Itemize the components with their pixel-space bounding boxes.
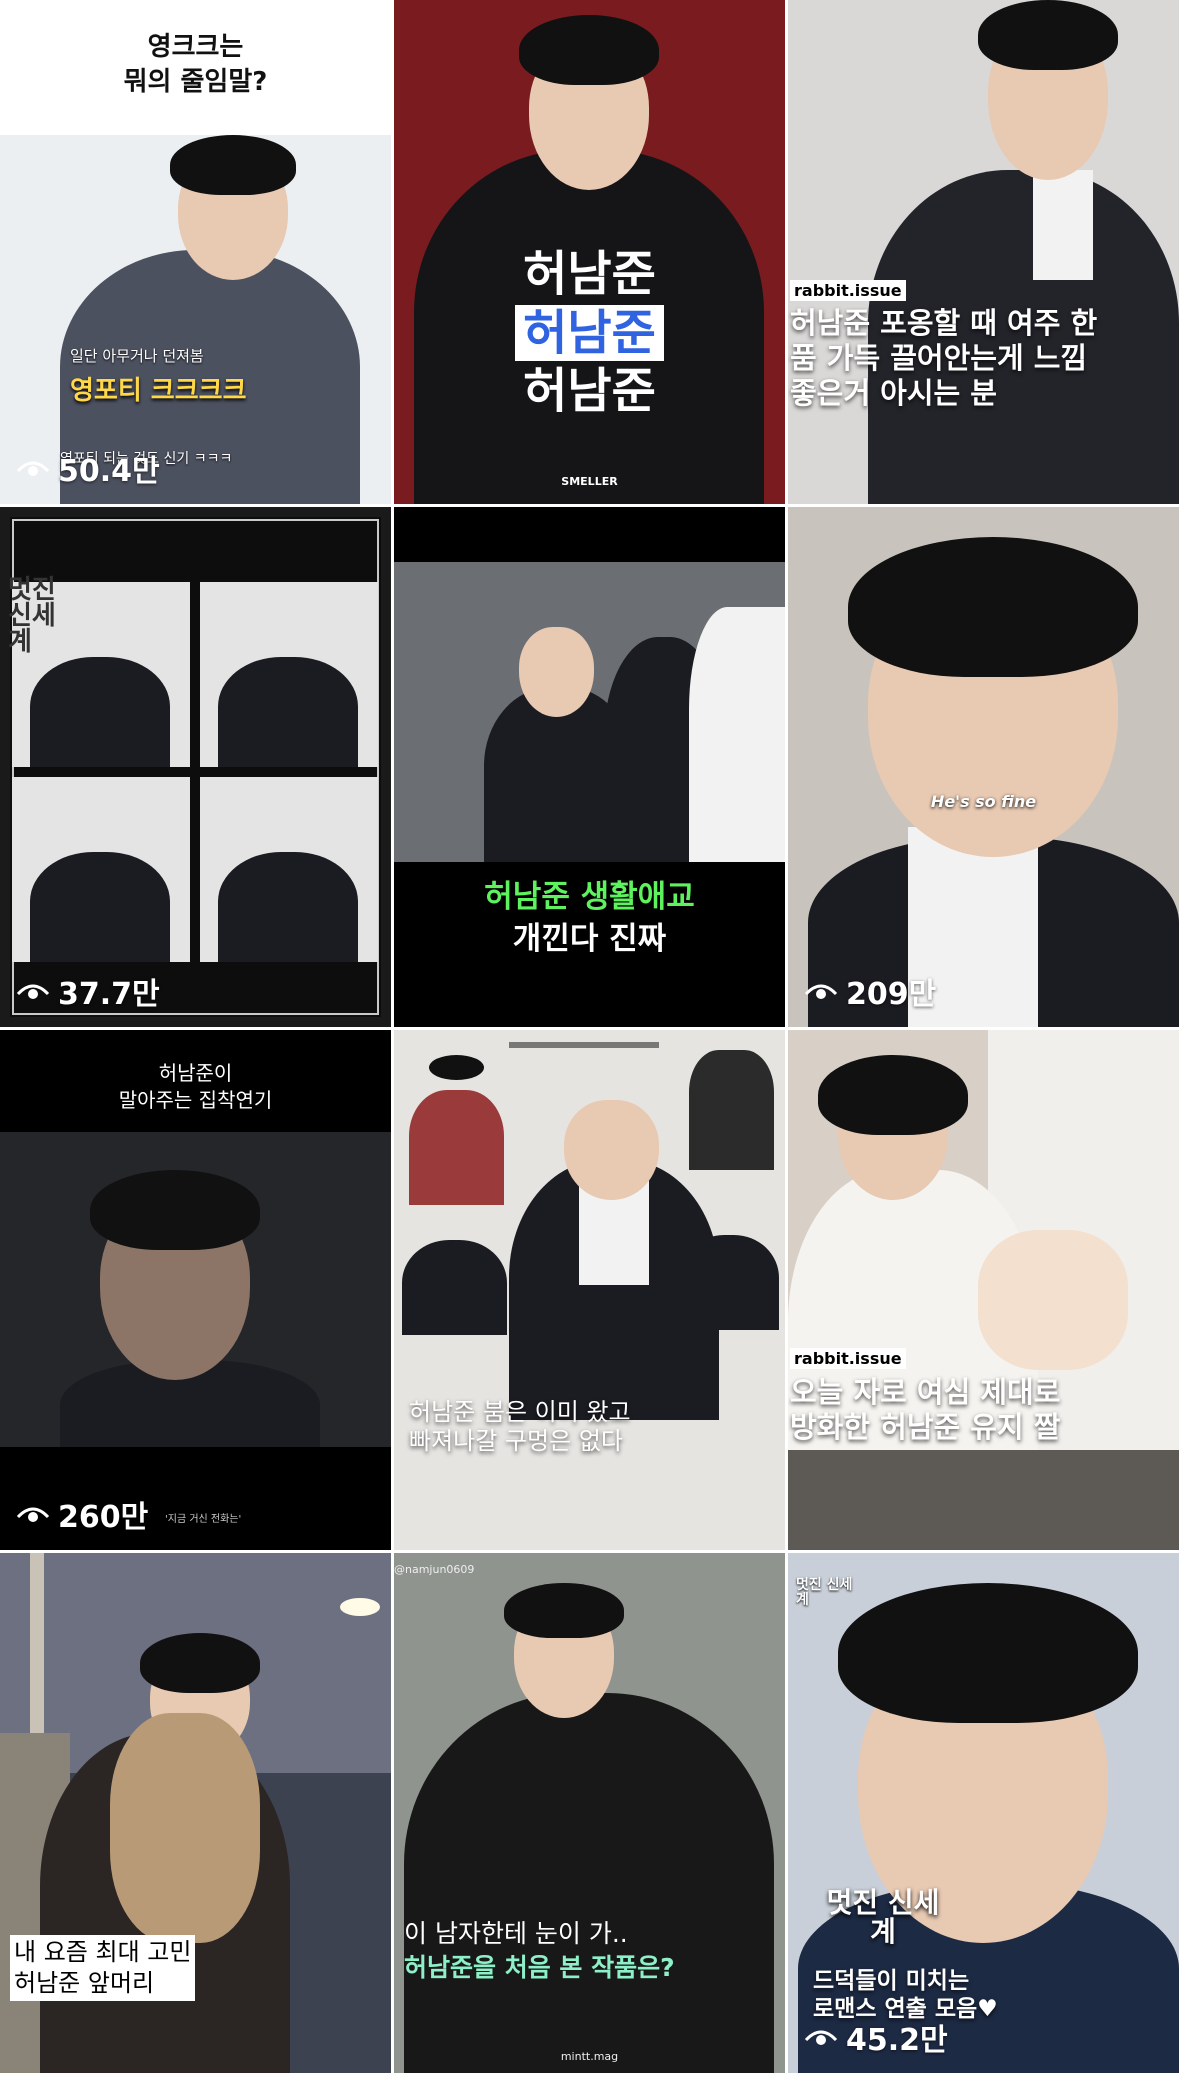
caption: 허남준 생활애교 개낀다 진짜 <box>394 877 785 961</box>
show-logo-small: 멋진 신세계 <box>796 1577 853 1609</box>
couple-2 <box>218 657 358 767</box>
view-count: 37.7만 <box>16 969 160 1013</box>
blanket <box>788 1450 1179 1550</box>
name-line-1: 허남준 <box>523 246 656 302</box>
reel-tile-6[interactable]: He's so fine 209만 <box>788 507 1179 1027</box>
reel-tile-12[interactable]: 멋진 신세계 멋진 신세계 드덕들이 미치는 로맨스 연출 모음♥ 45.2만 <box>788 1553 1179 2073</box>
caption: 허남준 붐은 이미 왔고 빠져나갈 구멍은 없다 <box>409 1398 631 1456</box>
couple-1 <box>30 657 170 767</box>
sticker-hat <box>429 1055 484 1080</box>
reel-tile-10[interactable]: 내 요즘 최대 고민 허남준 앞머리 <box>0 1553 391 2073</box>
source-tag: rabbit.issue <box>790 280 906 301</box>
person-hair <box>978 0 1118 70</box>
person-leather-jacket <box>404 1693 774 2073</box>
person-hair <box>848 537 1138 677</box>
caption: 허남준 포옹할 때 여주 한 품 가득 끌어안는게 느낌 좋은거 아시는 분 <box>790 306 1098 410</box>
person-hair <box>140 1633 260 1693</box>
person-hair <box>519 15 659 85</box>
view-count-value: 45.2만 <box>846 2023 948 2058</box>
caption: 이 남자한테 눈이 가.. 허남준을 처음 본 작품은? <box>404 1917 675 1985</box>
view-count: 209만 <box>804 969 936 1013</box>
person-hair <box>504 1583 624 1638</box>
name-line-3: 허남준 <box>523 363 656 420</box>
eye-icon <box>16 1507 50 1522</box>
title-text: 영크크는 뭐의 줄임말? <box>0 30 391 100</box>
caption-line-1: 오늘 자로 여심 제대로 <box>790 1375 1061 1409</box>
person-face <box>564 1100 659 1200</box>
person-hair <box>90 1170 260 1250</box>
eye-icon <box>16 984 50 999</box>
reel-tile-8[interactable]: 허남준 붐은 이미 왔고 빠져나갈 구멍은 없다 <box>394 1030 785 1550</box>
reel-tile-11[interactable]: @namjun0609 이 남자한테 눈이 가.. 허남준을 처음 본 작품은?… <box>394 1553 785 2073</box>
account-handle: @namjun0609 <box>394 1563 475 1576</box>
source-tag: rabbit.issue <box>790 1348 906 1369</box>
reel-tile-2[interactable]: 허남준 허남준 허남준 SMELLER <box>394 0 785 504</box>
caption-highlight: 영포티 크크크크 <box>70 376 247 406</box>
person-shirt <box>1033 170 1093 280</box>
name-line-2-wrap: 허남준 <box>394 304 785 363</box>
title-line-1: 영크크는 <box>147 32 244 62</box>
reel-tile-1[interactable]: 영크크는 뭐의 줄임말? 일단 아무거나 던져봄 영포티 크크크크 영포티 되는… <box>0 0 391 504</box>
caption-line-1: 드덕들이 미치는 <box>813 1968 970 1994</box>
view-count: 45.2만 <box>804 2015 948 2059</box>
caption-line-2: 허남준을 처음 본 작품은? <box>404 1952 675 1982</box>
view-count-value: 260만 <box>58 1500 149 1535</box>
dog <box>110 1713 260 1943</box>
sticker-hanbok <box>409 1090 504 1205</box>
person-hair <box>838 1583 1138 1723</box>
caption-line-2: 허남준 앞머리 <box>14 1969 155 1998</box>
reel-tile-7[interactable]: 허남준이 말아주는 집착연기 '지금 거신 전화는' 260만 <box>0 1030 391 1550</box>
caption-line-1: 허남준 생활애교 <box>484 879 695 915</box>
street-lamp <box>340 1598 380 1616</box>
sticker-jacket <box>689 1050 774 1170</box>
view-count: 50.4만 <box>16 446 160 490</box>
reel-tile-5[interactable]: 허남준 생활애교 개낀다 진짜 <box>394 507 785 1027</box>
title-text: 허남준이 말아주는 집착연기 <box>0 1060 391 1114</box>
view-count: 260만 <box>16 1492 148 1536</box>
brand-mark: mintt.mag <box>560 2050 619 2063</box>
eye-icon <box>16 461 50 476</box>
eye-icon <box>804 984 838 999</box>
caption-line-2: 빠져나갈 구멍은 없다 <box>409 1426 623 1455</box>
couple-3 <box>30 852 170 962</box>
title-line-2: 말아주는 집착연기 <box>118 1088 273 1112</box>
caption-sub: 일단 아무거나 던져봄 <box>70 347 204 365</box>
view-count-value: 209만 <box>846 977 937 1012</box>
title-line-2: 뭐의 줄임말? <box>123 67 268 98</box>
brand-mark: SMELLER <box>561 475 618 488</box>
view-count-value: 50.4만 <box>58 454 160 489</box>
title-line-1: 허남준이 <box>158 1061 233 1085</box>
sticker-suit-2 <box>679 1235 779 1330</box>
show-logo: 멋진 신세계 <box>8 575 56 657</box>
caption-line-2: 방화한 허남준 유지 짤 <box>790 1409 1061 1444</box>
reel-tile-9[interactable]: rabbit.issue 오늘 자로 여심 제대로 방화한 허남준 유지 짤 <box>788 1030 1179 1550</box>
foreground-figure <box>689 607 785 862</box>
source-tag-text: rabbit.issue <box>790 1348 906 1369</box>
source-tag-text: rabbit.issue <box>790 280 906 301</box>
clothes-rail <box>509 1042 659 1048</box>
person-hair <box>818 1055 968 1135</box>
name-stack: 허남준 허남준 허남준 <box>394 245 785 421</box>
reel-tile-4[interactable]: 멋진 신세계 37.7만 <box>0 507 391 1027</box>
reel-tile-3[interactable]: rabbit.issue 허남준 포옹할 때 여주 한 품 가득 끌어안는게 느… <box>788 0 1179 504</box>
caption: 오늘 자로 여심 제대로 방화한 허남준 유지 짤 <box>790 1375 1060 1445</box>
reels-grid: 영크크는 뭐의 줄임말? 일단 아무거나 던져봄 영포티 크크크크 영포티 되는… <box>0 0 1179 2081</box>
couple-4 <box>218 852 358 962</box>
caption-line-2: 개낀다 진짜 <box>512 920 667 957</box>
name-line-2: 허남준 <box>515 304 664 361</box>
caption-line-1: 내 요즘 최대 고민 <box>14 1938 192 1966</box>
person-1-face <box>519 627 594 717</box>
eye-icon <box>804 2030 838 2045</box>
caption: 내 요즘 최대 고민 허남준 앞머리 <box>10 1935 196 2002</box>
show-logo: 멋진 신세계 <box>826 1886 940 1949</box>
sticker-suit-1 <box>402 1240 507 1335</box>
subtitle: '지금 거신 전화는' <box>165 1514 242 1525</box>
caption-line-1: 허남준 붐은 이미 왔고 <box>409 1398 631 1426</box>
view-count-value: 37.7만 <box>58 977 160 1012</box>
caption-line-1: 이 남자한테 눈이 가.. <box>404 1919 628 1948</box>
baby <box>978 1230 1128 1370</box>
overlay-text: He's so fine <box>930 792 1037 811</box>
person-hair <box>170 135 296 195</box>
